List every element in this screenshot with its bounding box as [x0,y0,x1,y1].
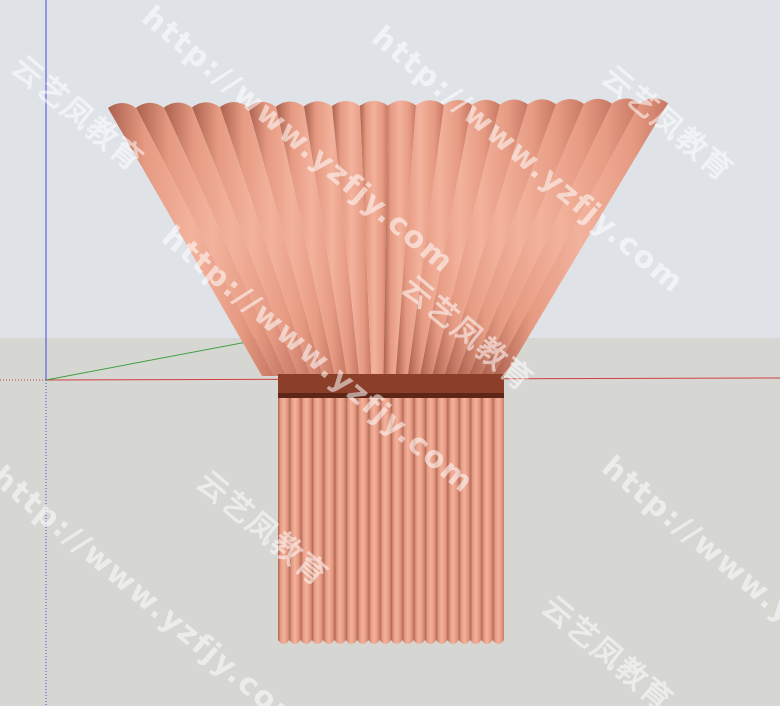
lower-pleat [481,396,493,644]
lower-pleat [334,396,346,644]
lower-pleat [345,396,358,644]
lower-pleat [447,396,459,644]
tie-band-shade [278,393,504,398]
lower-pleat [323,396,335,644]
lower-pleat [311,396,324,644]
lower-pleat [357,396,369,644]
lower-pleat [300,396,312,644]
lower-pleat [289,396,301,644]
lower-pleat [436,396,448,644]
lower-pleat [492,396,504,644]
3d-viewport[interactable]: http://www.yzfjy.com http://www.yzfjy.co… [0,0,780,706]
lower-pleat [470,396,482,644]
lower-pleat [458,396,471,644]
